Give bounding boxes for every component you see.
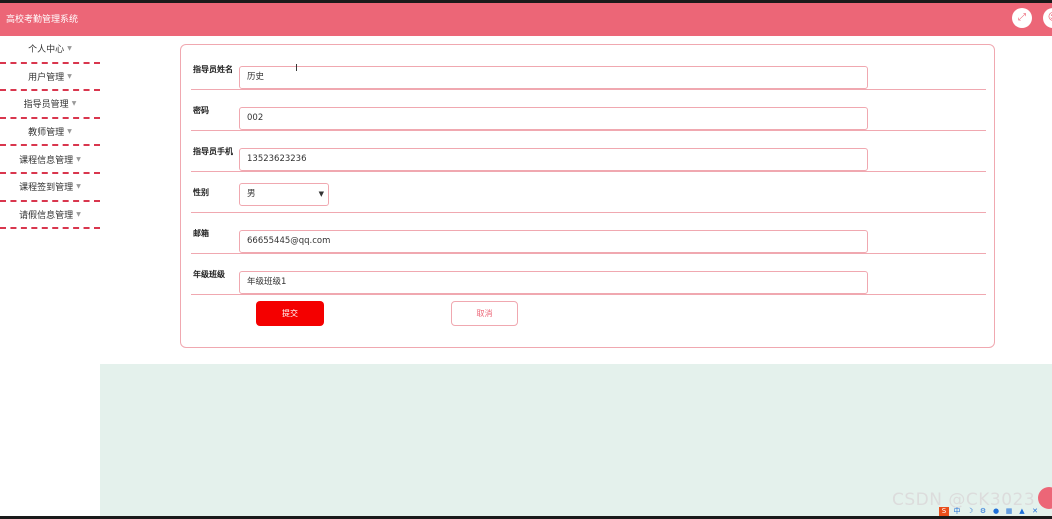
sidebar-item-label: 请假信息管理 xyxy=(19,210,74,221)
input-method-icon: S xyxy=(939,507,949,516)
chevron-down-icon: ▼ xyxy=(67,72,72,80)
grade-class-input[interactable]: 年级班级1 xyxy=(239,271,868,294)
sidebar-item-label: 课程签到管理 xyxy=(19,183,74,194)
chevron-down-icon: ▼ xyxy=(76,210,81,218)
chevron-down-icon: ▼ xyxy=(76,183,81,191)
sidebar-item-label: 教师管理 xyxy=(28,128,65,139)
gender-select-value: 男 xyxy=(247,189,256,199)
field-label: 邮箱 xyxy=(193,229,209,238)
sidebar-item-label: 用户管理 xyxy=(28,72,65,83)
moon-icon: ☽ xyxy=(966,507,974,515)
mic-icon: ● xyxy=(992,507,1000,515)
chevron-down-icon: ▼ xyxy=(67,128,72,136)
form-row-email: 邮箱 66655445@qq.com xyxy=(191,213,986,254)
counselor-name-input[interactable]: 历史 xyxy=(239,66,868,89)
sidebar-item-course-info-management[interactable]: 课程信息管理 ▼ xyxy=(0,146,100,174)
chevron-down-icon: ▼ xyxy=(318,190,324,198)
chevron-down-icon: ▼ xyxy=(71,100,77,108)
app-header: 高校考勤管理系统 ⤢ ☺ xyxy=(0,3,1052,36)
sidebar-item-label: 个人中心 xyxy=(28,45,65,56)
form-row-name: 指导员姓名 历史 xyxy=(191,49,986,90)
sidebar-item-label: 课程信息管理 xyxy=(19,155,74,166)
field-label: 指导员姓名 xyxy=(193,65,233,74)
keyboard-icon: ▦ xyxy=(1005,507,1013,515)
chevron-down-icon: ▼ xyxy=(76,155,81,163)
gender-select[interactable]: 男 ▼ xyxy=(239,183,329,206)
cancel-button[interactable]: 取消 xyxy=(451,301,518,326)
text-cursor-icon: I xyxy=(295,63,298,74)
sidebar-item-counselor-management[interactable]: 指导员管理 ▼ xyxy=(0,91,100,119)
sidebar-item-teacher-management[interactable]: 教师管理 ▼ xyxy=(0,119,100,147)
password-input[interactable]: 002 xyxy=(239,107,868,130)
field-label: 年级班级 xyxy=(193,270,225,279)
field-label: 指导员手机 xyxy=(193,147,233,156)
form-row-gender: 性别 男 ▼ xyxy=(191,172,986,213)
form-row-password: 密码 002 xyxy=(191,90,986,131)
shirt-icon: ▲ xyxy=(1019,507,1025,515)
sidebar-item-course-checkin-management[interactable]: 课程签到管理 ▼ xyxy=(0,174,100,202)
sidebar-item-leave-info-management[interactable]: 请假信息管理 ▼ xyxy=(0,202,100,230)
app-root: 高校考勤管理系统 ⤢ ☺ 个人中心▼ 用户管理▼ 指导员管理▼ 教师管理▼ 课程… xyxy=(0,0,1052,519)
sidebar-item-label: 指导员管理 xyxy=(23,100,69,111)
phone-input[interactable]: 13523623236 xyxy=(239,148,868,171)
fullscreen-icon[interactable]: ⤢ xyxy=(1012,8,1032,28)
app-title: 高校考勤管理系统 xyxy=(6,15,79,25)
field-label: 性别 xyxy=(193,188,209,197)
submit-button[interactable]: 提交 xyxy=(256,301,324,326)
user-icon[interactable]: ☺ xyxy=(1043,8,1052,28)
language-icon: 中 xyxy=(953,507,961,515)
chevron-down-icon: ▼ xyxy=(67,45,72,53)
settings-icon: ⚙ xyxy=(979,507,987,515)
sidebar-item-personal-center[interactable]: 个人中心 ▼ xyxy=(0,36,100,64)
sidebar-item-user-management[interactable]: 用户管理 ▼ xyxy=(0,64,100,92)
email-input[interactable]: 66655445@qq.com xyxy=(239,230,868,253)
form-row-class: 年级班级 年级班级1 xyxy=(191,254,986,295)
field-label: 密码 xyxy=(193,106,209,115)
form-row-phone: 指导员手机 13523623236 xyxy=(191,131,986,172)
sidebar: 个人中心 ▼ 用户管理 ▼ 指导员管理 ▼ 教师管理 ▼ 课程信息管理 ▼ 课程签到管理 ▼… xyxy=(0,36,100,516)
grid-icon: ✕ xyxy=(1032,507,1038,515)
